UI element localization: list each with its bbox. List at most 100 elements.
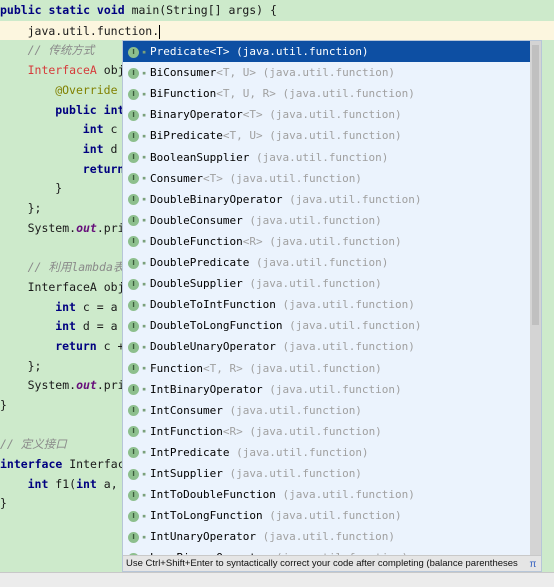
interface-icon: I: [128, 257, 139, 269]
code-token: interface: [0, 457, 63, 471]
public-access-icon: ▪: [142, 110, 147, 119]
completion-item[interactable]: I ▪ IntBinaryOperator (java.util.function): [123, 379, 531, 400]
code-line[interactable]: @Override: [55, 80, 117, 100]
code-line[interactable]: }: [55, 178, 62, 198]
public-access-icon: ▪: [142, 174, 147, 183]
interface-icon: I: [128, 130, 139, 142]
interface-icon: I: [128, 299, 139, 311]
scrollbar-thumb[interactable]: [532, 45, 539, 325]
pin-icon[interactable]: π: [527, 557, 539, 570]
code-line[interactable]: return: [83, 159, 125, 179]
interface-icon: I: [128, 173, 139, 185]
completion-item[interactable]: I ▪ IntSupplier (java.util.function): [123, 463, 531, 484]
item-name: DoubleSupplier: [150, 277, 243, 291]
public-access-icon: ▪: [142, 153, 147, 161]
item-package: (java.util.function): [242, 213, 382, 227]
completion-item[interactable]: I ▪ DoublePredicate (java.util.function): [123, 252, 531, 273]
item-name: DoubleToLongFunction: [150, 319, 283, 333]
code-token: int: [76, 477, 97, 491]
completion-item[interactable]: I ▪ IntToLongFunction (java.util.function): [123, 505, 531, 526]
interface-icon: I: [128, 46, 139, 58]
code-line[interactable]: // 传统方式: [28, 40, 95, 60]
code-token: return: [55, 339, 97, 353]
completion-popup[interactable]: I ▪ Predicate<T> (java.util.function) I ▪ BiC…: [122, 40, 542, 572]
completion-item[interactable]: I ▪ BinaryOperator<T> (java.util.function): [123, 104, 531, 125]
item-type-params: <T>: [202, 171, 223, 185]
item-package: (java.util.function): [282, 319, 422, 333]
code-line[interactable]: int f1(int a,: [28, 474, 118, 494]
completion-item[interactable]: I ▪ DoubleUnaryOperator (java.util.functio…: [123, 336, 531, 357]
code-line[interactable]: int c = a +: [55, 297, 131, 317]
completion-item[interactable]: I ▪ BiConsumer<T, U> (java.util.function): [123, 62, 531, 83]
code-token: };: [27, 201, 42, 215]
code-line[interactable]: }: [0, 395, 7, 415]
completion-item[interactable]: I ▪ IntConsumer (java.util.function): [123, 400, 531, 421]
item-name: DoubleConsumer: [150, 213, 243, 227]
item-package: (java.util.function): [275, 87, 415, 101]
completion-item[interactable]: I ▪ BiPredicate<T, U> (java.util.function): [123, 125, 531, 146]
completion-item[interactable]: I ▪ Consumer<T> (java.util.function): [123, 168, 531, 189]
completion-item[interactable]: I ▪ IntFunction<R> (java.util.function): [123, 421, 531, 442]
footer-hint: Use Ctrl+Shift+Enter to syntactically co…: [126, 558, 518, 569]
code-line[interactable]: InterfaceA obje: [28, 277, 132, 297]
completion-item[interactable]: I ▪ DoubleConsumer (java.util.function): [123, 210, 531, 231]
code-line[interactable]: return c +: [55, 336, 124, 356]
code-line[interactable]: }: [0, 493, 7, 513]
interface-icon: I: [128, 447, 139, 459]
code-line[interactable]: };: [28, 198, 42, 218]
completion-scrollbar[interactable]: [530, 41, 541, 557]
code-line[interactable]: interface Interfac: [0, 454, 125, 474]
interface-icon: I: [128, 341, 139, 353]
completion-item[interactable]: I ▪ Function<T, R> (java.util.function): [123, 358, 531, 379]
completion-item[interactable]: I ▪ DoubleFunction<R> (java.util.function): [123, 231, 531, 252]
status-strip: [0, 572, 554, 587]
code-line[interactable]: public static void main(String[] args) {: [0, 0, 277, 20]
completion-item[interactable]: I ▪ IntPredicate (java.util.function): [123, 442, 531, 463]
completion-item[interactable]: I ▪ BiFunction<T, U, R> (java.util.functio…: [123, 83, 531, 104]
code-line[interactable]: System.out.prir: [28, 375, 132, 395]
completion-item[interactable]: I ▪ BooleanSupplier (java.util.function): [123, 147, 531, 168]
item-package: (java.util.function): [262, 382, 402, 396]
interface-icon: I: [128, 363, 139, 374]
item-name: DoubleUnaryOperator: [150, 340, 276, 354]
code-line[interactable]: public int: [55, 100, 124, 120]
item-name: Function: [150, 361, 203, 375]
completion-item[interactable]: I ▪ DoubleToLongFunction (java.util.functi…: [123, 315, 531, 336]
public-access-icon: ▪: [142, 131, 147, 140]
public-access-icon: ▪: [142, 300, 147, 309]
completion-item[interactable]: I ▪ IntToDoubleFunction (java.util.functio…: [123, 484, 531, 505]
code-line[interactable]: };: [28, 356, 42, 376]
code-line[interactable]: // 利用lambda表: [28, 257, 125, 277]
code-token: int: [27, 477, 49, 491]
code-token: // 定义接口: [0, 437, 67, 451]
code-token: java.util.function.: [27, 24, 160, 38]
item-name: Consumer: [150, 171, 203, 185]
code-token: System.: [27, 221, 77, 235]
code-token: };: [27, 359, 42, 373]
public-access-icon: ▪: [142, 279, 147, 288]
item-package: (java.util.function): [249, 256, 389, 269]
code-line[interactable]: InterfaceA obje: [28, 60, 132, 80]
public-access-icon: ▪: [142, 237, 147, 246]
code-line[interactable]: int d = a *: [55, 316, 131, 336]
completion-item[interactable]: I ▪ DoubleToIntFunction (java.util.functio…: [123, 294, 531, 315]
item-name: Predicate: [150, 45, 210, 58]
public-access-icon: ▪: [142, 68, 147, 77]
code-line[interactable]: java.util.function.: [28, 21, 161, 41]
completion-item[interactable]: I ▪ IntUnaryOperator (java.util.function): [123, 526, 531, 547]
completion-item[interactable]: I ▪ DoubleBinaryOperator (java.util.functi…: [123, 189, 531, 210]
interface-icon: I: [128, 320, 139, 332]
public-access-icon: ▪: [142, 490, 147, 499]
item-type-params: <T>: [242, 108, 263, 122]
completion-item[interactable]: I ▪ Predicate<T> (java.util.function): [123, 41, 531, 62]
item-package: (java.util.function): [229, 445, 369, 459]
completion-item[interactable]: I ▪ DoubleSupplier (java.util.function): [123, 273, 531, 294]
completion-footer: Use Ctrl+Shift+Enter to syntactically co…: [123, 555, 541, 571]
public-access-icon: ▪: [142, 47, 147, 56]
code-line[interactable]: System.out.prir: [28, 218, 132, 238]
code-line[interactable]: // 定义接口: [0, 434, 67, 454]
item-name: BiFunction: [150, 87, 217, 101]
interface-icon: I: [128, 489, 139, 501]
code-token: return: [82, 162, 125, 176]
interface-icon: I: [128, 236, 139, 248]
